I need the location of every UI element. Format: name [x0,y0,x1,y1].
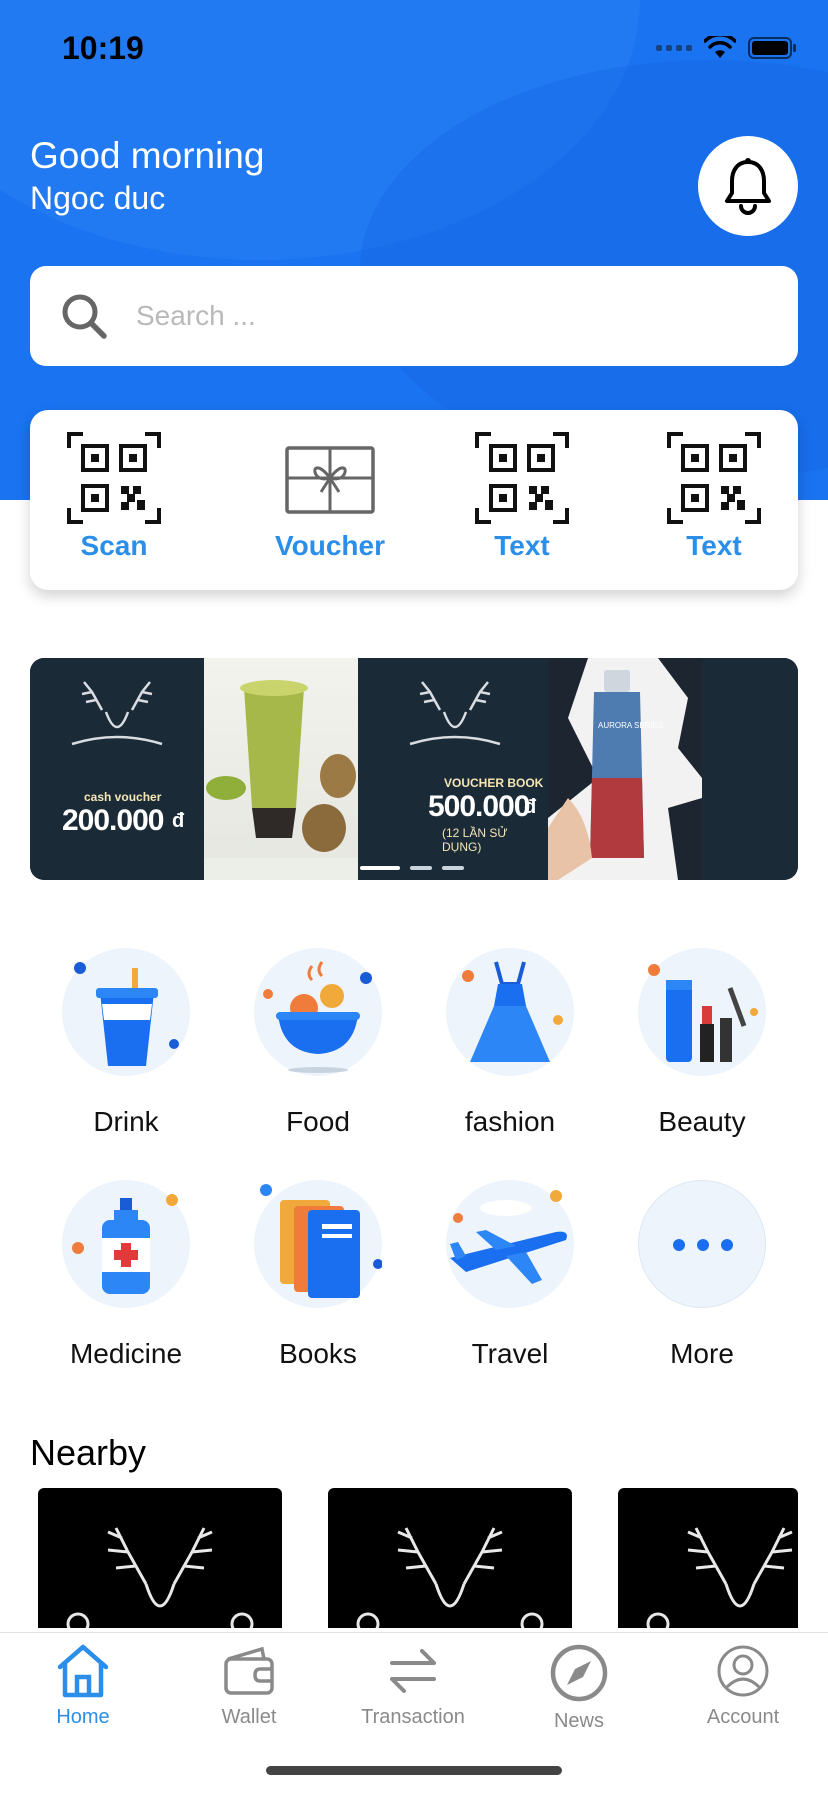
action-text-1[interactable]: Text [452,432,592,562]
compass-icon [550,1644,608,1702]
carousel-dot-active [360,866,400,870]
category-label: Books [279,1338,357,1369]
category-label: Travel [471,1338,549,1369]
kiwi-drink-image [204,680,358,880]
promo-banner[interactable]: cash voucher 200.000 đ VOUCHER BOOK 500.… [30,658,798,880]
category-books[interactable]: Books [238,1180,398,1370]
dress-icon [462,961,563,1062]
category-label: More [670,1338,734,1369]
tab-label: Wallet [221,1706,277,1728]
search-icon [62,294,107,339]
nearby-card[interactable] [328,1488,572,1628]
banner-left-caption: cash voucher [84,790,162,804]
banner-panel-right [702,658,798,880]
gift-voucher-icon [285,446,375,514]
category-fashion[interactable]: fashion [430,948,590,1138]
bottle-label: AURORA SERIES [598,721,663,730]
category-label: Medicine [69,1338,183,1369]
category-drink[interactable]: Drink [46,948,206,1138]
home-indicator [266,1766,562,1775]
banner-photo-bottle: AURORA SERIES [548,658,702,880]
category-travel[interactable]: Travel [430,1180,590,1370]
banner-panel-middle: VOUCHER BOOK 500.000 đ (12 LẦN SỬ DỤNG) [358,658,548,880]
nearby-title: Nearby [30,1432,147,1473]
tab-wallet[interactable]: Wallet [174,1643,324,1729]
banner-panel-left: cash voucher 200.000 đ [30,658,204,880]
tab-account[interactable]: Account [668,1643,818,1729]
banner-photo-drink [204,658,358,880]
food-bowl-icon [263,961,372,1073]
deer-logo-icon [646,1527,793,1628]
action-label: Text [494,530,550,561]
tab-home[interactable]: Home [8,1643,158,1729]
airplane-icon [450,1190,567,1284]
action-voucher[interactable]: Voucher [250,432,410,562]
tab-label: Home [56,1706,110,1728]
category-label: Drink [93,1106,159,1137]
greeting-text: Good morning [30,135,265,176]
books-icon [260,1184,383,1298]
banner-right-note: (12 LẦN SỬ DỤNG) [442,826,508,854]
category-beauty[interactable]: Beauty [622,948,782,1138]
battery-icon [748,37,796,59]
tab-label: News [553,1710,604,1732]
search-bar[interactable] [30,266,798,366]
qr-code-icon [667,432,761,524]
username-text: Ngoc duc [30,180,166,216]
action-text-2[interactable]: Text [644,432,784,562]
more-dots-icon [673,1239,733,1251]
banner-left-currency: đ [172,810,184,832]
cosmetics-icon [648,964,758,1062]
carousel-dot [410,866,432,870]
home-icon [57,1644,109,1698]
tab-news[interactable]: News [504,1643,654,1733]
status-time: 10:19 [62,30,144,66]
transfer-arrows-icon [390,1649,436,1693]
tab-label: Transaction [361,1706,465,1728]
action-label: Text [686,530,742,561]
quick-actions-card: Scan Voucher Text Text [30,410,798,590]
action-scan[interactable]: Scan [44,432,184,562]
category-label: Beauty [658,1106,746,1137]
search-input[interactable] [134,299,738,333]
category-label: fashion [464,1106,556,1137]
carousel-dot [442,866,464,870]
deer-logo-icon [71,681,163,746]
action-label: Scan [80,530,148,561]
bell-icon [725,158,771,215]
category-food[interactable]: Food [238,948,398,1138]
category-label: Food [286,1106,350,1137]
status-icons [656,36,798,60]
medicine-bottle-icon [72,1194,178,1294]
deer-logo-icon [356,1527,544,1628]
notification-button[interactable] [698,136,798,236]
banner-right-caption: VOUCHER BOOK [444,776,544,790]
drink-cup-icon [74,962,179,1066]
category-more[interactable]: More [622,1180,782,1370]
wallet-icon [224,1646,274,1695]
deer-logo-icon [409,681,501,746]
banner-right-amount: 500.000 [428,790,530,823]
wifi-icon [704,36,736,58]
banner-left-amount: 200.000 [62,804,164,837]
bottle-image: AURORA SERIES [548,658,702,880]
tab-transaction[interactable]: Transaction [338,1643,488,1729]
category-medicine[interactable]: Medicine [46,1180,206,1370]
cellular-signal-icon [656,45,692,51]
nearby-card[interactable] [618,1488,798,1628]
action-label: Voucher [275,530,385,561]
account-icon [717,1645,769,1697]
nearby-card[interactable] [38,1488,282,1628]
qr-code-icon [67,432,161,524]
tab-label: Account [706,1706,780,1728]
deer-logo-icon [66,1527,254,1628]
qr-code-icon [475,432,569,524]
banner-right-currency: đ [524,796,536,818]
carousel-indicator [360,866,464,870]
